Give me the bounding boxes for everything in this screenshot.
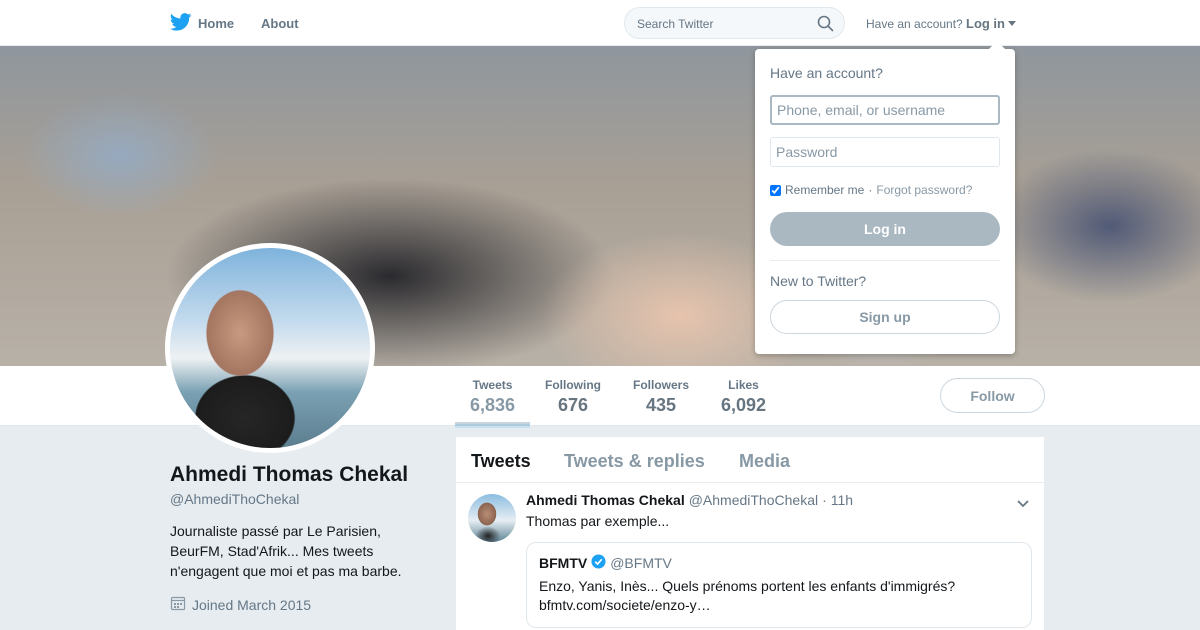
stat-label: Tweets — [472, 378, 513, 392]
password-field[interactable] — [770, 137, 1000, 167]
stat-value: 676 — [557, 395, 589, 415]
login-toggle-label: Log in — [966, 16, 1005, 31]
nav-home-label: Home — [198, 16, 235, 31]
stat-label: Followers — [633, 378, 690, 392]
signup-button[interactable]: Sign up — [770, 300, 1000, 334]
divider — [770, 260, 1000, 261]
nav-home-link[interactable]: Home — [169, 13, 235, 34]
tweet-author-handle[interactable]: @AhmediThoChekal — [689, 492, 818, 508]
stat-followers[interactable]: Followers 435 — [633, 378, 689, 416]
profile-bio: Journaliste passé par Le Parisien, BeurF… — [170, 523, 402, 579]
login-dropdown: Have an account? Remember me · Forgot pa… — [755, 41, 1015, 354]
quoted-tweet-text: Enzo, Yanis, Inès... Quels prénoms porte… — [539, 578, 956, 613]
remember-me-label[interactable]: Remember me — [785, 183, 864, 197]
login-dropdown-toggle[interactable]: Log in — [966, 16, 1016, 31]
timeline-tabs: Tweets Tweets & replies Media — [456, 437, 1044, 483]
new-to-twitter-text: New to Twitter? — [770, 273, 867, 289]
chevron-down-icon[interactable] — [1016, 496, 1030, 514]
tweet-author-name[interactable]: Ahmedi Thomas Chekal — [526, 492, 685, 508]
nav-about-link[interactable]: About — [261, 16, 299, 31]
stat-label: Likes — [728, 378, 759, 392]
follow-button[interactable]: Follow — [940, 378, 1045, 413]
separator-dot: · — [868, 183, 873, 197]
stat-tweets[interactable]: Tweets 6,836 — [454, 378, 531, 428]
quoted-tweet[interactable]: BFMTV @BFMTV Enzo, Yanis, Inès... Quels … — [526, 542, 1032, 628]
stat-value: 435 — [645, 395, 677, 415]
username-field[interactable] — [770, 95, 1000, 125]
top-navigation: Home About Have an account? Log in — [0, 0, 1200, 46]
forgot-password-link[interactable]: Forgot password? — [876, 183, 972, 197]
profile-avatar-frame — [165, 243, 375, 453]
stat-likes[interactable]: Likes 6,092 — [721, 378, 766, 416]
login-button[interactable]: Log in — [770, 212, 1000, 246]
stat-label: Following — [545, 378, 601, 392]
remember-me-row: Remember me · Forgot password? — [770, 183, 972, 197]
quoted-author-name: BFMTV — [539, 555, 588, 571]
tweet-separator: · — [822, 492, 827, 508]
have-account-text: Have an account? — [866, 17, 963, 31]
tweet-item[interactable]: Ahmedi Thomas Chekal @AhmediThoChekal · … — [456, 484, 1044, 630]
twitter-bird-icon — [169, 13, 192, 34]
profile-name[interactable]: Ahmedi Thomas Chekal — [170, 463, 408, 487]
tab-tweets[interactable]: Tweets — [471, 451, 531, 472]
search-box — [624, 7, 845, 39]
stat-value: 6,836 — [470, 395, 516, 415]
caret-down-icon — [1008, 21, 1016, 26]
search-icon[interactable] — [817, 15, 834, 37]
login-dropdown-title: Have an account? — [770, 65, 883, 81]
tweet-header: Ahmedi Thomas Chekal @AhmediThoChekal · … — [526, 492, 853, 508]
remember-me-checkbox[interactable] — [770, 184, 781, 196]
tab-tweets-replies[interactable]: Tweets & replies — [564, 451, 705, 472]
verified-badge-icon — [591, 554, 606, 572]
quoted-author-handle: @BFMTV — [610, 555, 672, 571]
joined-text: Joined March 2015 — [192, 596, 312, 613]
profile-handle[interactable]: @AhmediThoChekal — [170, 491, 299, 507]
stat-value: 6,092 — [721, 395, 767, 415]
tweet-timestamp[interactable]: 11h — [831, 492, 853, 508]
timeline: Tweets Tweets & replies Media Ahmedi Tho… — [456, 437, 1044, 630]
tweet-text: Thomas par exemple... — [526, 513, 670, 529]
stat-following[interactable]: Following 676 — [545, 378, 601, 416]
quoted-tweet-header: BFMTV @BFMTV — [539, 554, 672, 572]
calendar-icon — [170, 595, 186, 614]
search-input[interactable] — [637, 14, 807, 34]
profile-joined: Joined March 2015 — [170, 595, 311, 614]
tweet-author-avatar[interactable] — [468, 494, 516, 542]
tab-media[interactable]: Media — [739, 451, 790, 472]
profile-avatar[interactable] — [170, 248, 370, 448]
